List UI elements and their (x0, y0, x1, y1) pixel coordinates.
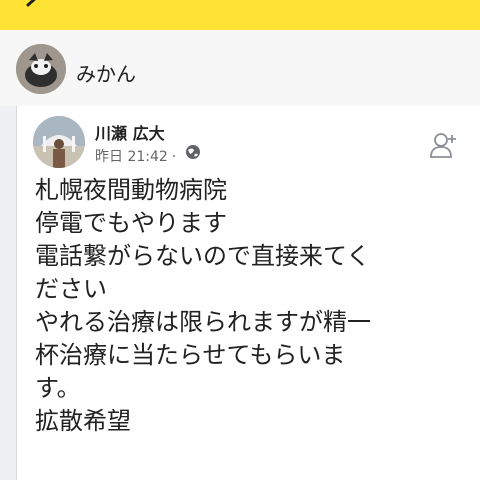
back-icon[interactable] (22, 0, 44, 16)
post-line: 停電でもやります (35, 209, 227, 237)
add-friend-icon[interactable] (429, 130, 459, 160)
post-line: 札幌夜間動物病院 (35, 176, 227, 204)
post-timestamp: 昨日 21:42 (95, 149, 168, 165)
post-line: 電話繋がらないので直接来てく (35, 242, 371, 270)
chat-header: みかん (0, 30, 480, 106)
post-line: ださい (35, 275, 107, 303)
post-line: す。 (35, 374, 81, 402)
post-line: 杯治療に当たらせてもらいま (35, 341, 346, 369)
shared-post-card[interactable]: 川瀬 広大 昨日 21:42 · 札幌夜間動物病院 停電でもやります 電話繋がらな… (16, 106, 480, 480)
user-name: みかん (76, 62, 136, 86)
post-line: やれる治療は限られますが精一 (35, 308, 371, 336)
user-avatar[interactable] (16, 44, 66, 94)
top-bar (0, 0, 480, 30)
post-body: 札幌夜間動物病院 停電でもやります 電話繋がらないので直接来てく ださい やれる… (35, 174, 455, 438)
meta-separator: · (171, 149, 177, 165)
post-line: 拡散希望 (35, 407, 131, 435)
globe-icon (186, 145, 200, 159)
post-meta: 昨日 21:42 · (95, 146, 180, 166)
post-author[interactable]: 川瀬 広大 (95, 120, 165, 144)
author-avatar[interactable] (33, 116, 85, 168)
